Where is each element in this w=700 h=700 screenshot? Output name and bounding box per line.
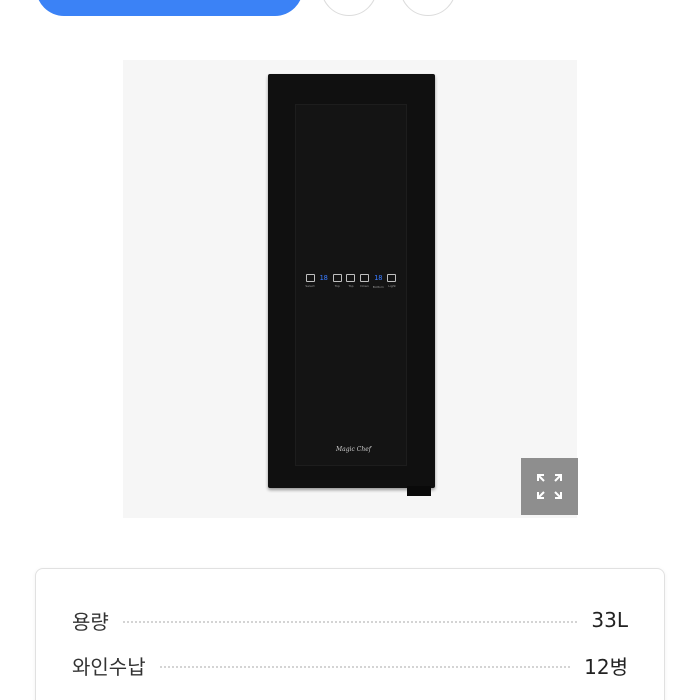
spec-value: 33L [591, 608, 628, 632]
panel-label: Bottom [372, 285, 384, 289]
spec-row-cut-off [72, 695, 628, 700]
panel-button-top: Top [331, 274, 343, 288]
display-digits: 18 [374, 274, 383, 282]
share-button[interactable] [321, 0, 377, 16]
spec-value: 12병 [584, 654, 628, 679]
wishlist-button[interactable] [400, 0, 456, 16]
panel-label: Top [334, 284, 340, 288]
panel-label: Top [348, 284, 354, 288]
select-icon [305, 274, 315, 282]
spec-label: 용량 [72, 609, 109, 634]
brand-logo: Magic Chef [336, 446, 371, 453]
dotted-leader [122, 621, 578, 623]
product-image[interactable]: Select 18 Top Top Down 18 Bottom Light M… [123, 60, 577, 518]
light-icon [387, 274, 397, 282]
expand-image-button[interactable] [521, 458, 578, 515]
fridge-foot [407, 486, 431, 496]
panel-label: Light [388, 284, 396, 288]
up-icon [332, 274, 342, 282]
spec-label: 와인수납 [72, 654, 146, 679]
display-digits: 18 [319, 274, 328, 282]
spec-row-wine-storage: 와인수납 12병 [72, 650, 628, 680]
expand-icon [537, 474, 562, 499]
dotted-leader [159, 666, 571, 668]
panel-display-top: 18 [318, 274, 330, 288]
fridge-control-panel: Select 18 Top Top Down 18 Bottom Light [304, 274, 398, 296]
product-detail-page: Select 18 Top Top Down 18 Bottom Light M… [0, 0, 700, 700]
panel-display-bottom: 18 Bottom [372, 274, 384, 289]
panel-button-down: Down [359, 274, 371, 288]
panel-button-select: Select [304, 274, 316, 288]
spec-row-capacity: 용량 33L [72, 605, 628, 635]
panel-button-light: Light [386, 274, 398, 288]
primary-action-button[interactable] [36, 0, 303, 16]
panel-button-top-2: Top [345, 274, 357, 288]
down-icon [360, 274, 370, 282]
wine-fridge-illustration: Select 18 Top Top Down 18 Bottom Light M… [268, 74, 435, 496]
spec-card: 용량 33L 와인수납 12병 [35, 568, 665, 700]
panel-label: Select [305, 284, 315, 288]
panel-label: Down [360, 284, 369, 288]
target-icon [346, 274, 356, 282]
